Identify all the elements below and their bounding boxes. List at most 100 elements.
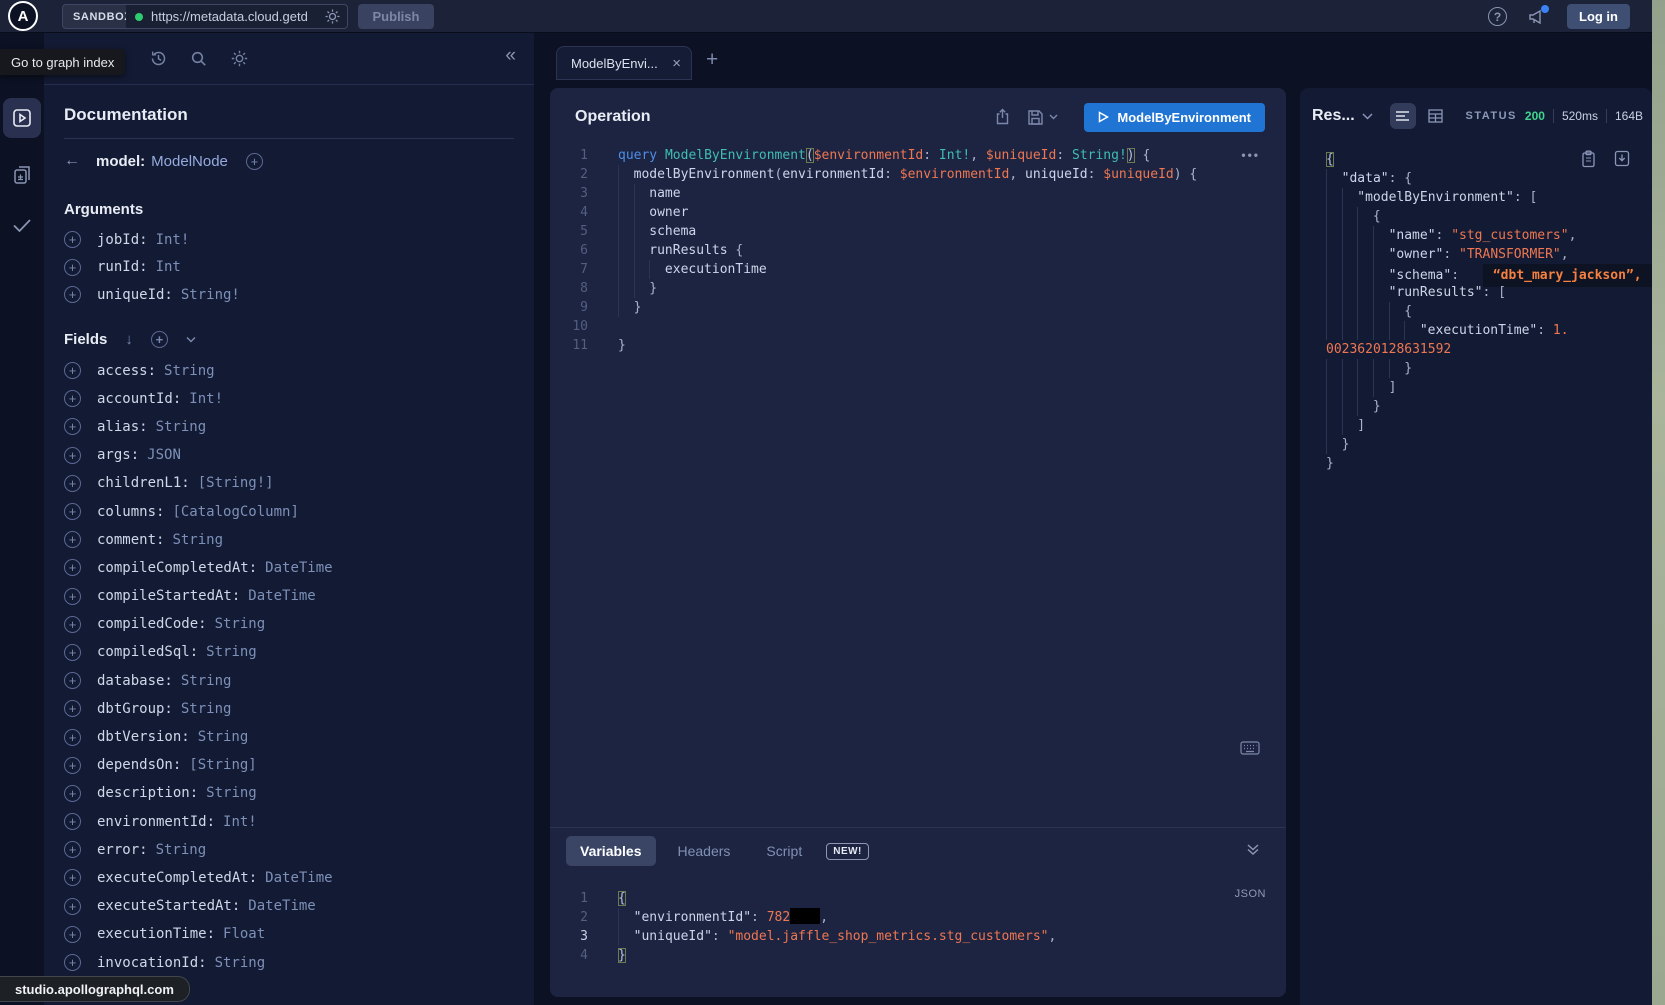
schema-field-row[interactable]: +executionTime:Float — [64, 920, 514, 948]
add-to-query-icon[interactable]: + — [64, 588, 81, 605]
rail-item-checks[interactable] — [3, 205, 41, 245]
schema-field-row[interactable]: +executeStartedAt:DateTime — [64, 892, 514, 920]
arguments-list: +jobId:Int!+runId:Int+uniqueId:String! — [64, 226, 514, 309]
schema-field-row[interactable]: +invocationId:String — [64, 948, 514, 976]
endpoint-input[interactable]: https://metadata.cloud.getd — [126, 4, 348, 29]
tab-script[interactable]: Script — [752, 836, 816, 866]
add-to-query-icon[interactable]: + — [64, 898, 81, 915]
add-all-fields-icon[interactable]: + — [151, 331, 168, 348]
line-number: 1 — [550, 146, 588, 165]
schema-field-row[interactable]: +accountId:Int! — [64, 385, 514, 413]
variables-editor[interactable]: 1{2"environmentId": 782,3"uniqueId": "mo… — [550, 889, 1286, 965]
sort-icon[interactable]: ↓ — [125, 331, 133, 348]
add-to-query-icon[interactable]: + — [64, 362, 81, 379]
add-to-query-icon[interactable]: + — [64, 418, 81, 435]
add-to-query-icon[interactable]: + — [64, 672, 81, 689]
table-view-toggle[interactable] — [1423, 103, 1449, 129]
add-to-query-icon[interactable]: + — [64, 700, 81, 717]
run-operation-button[interactable]: ModelByEnvironment — [1084, 103, 1265, 132]
add-to-query-icon[interactable]: + — [64, 475, 81, 492]
schema-field-row[interactable]: +compileCompletedAt:DateTime — [64, 554, 514, 582]
graph-index-tooltip: Go to graph index — [0, 49, 125, 75]
tab-headers[interactable]: Headers — [664, 836, 745, 866]
divider — [550, 827, 1286, 828]
settings-gear-icon[interactable] — [230, 49, 249, 68]
publish-button[interactable]: Publish — [358, 4, 434, 29]
schema-field-row[interactable]: +compiledSql:String — [64, 638, 514, 666]
add-to-query-icon[interactable]: + — [64, 785, 81, 802]
add-to-query-icon[interactable]: + — [64, 531, 81, 548]
field-name: dbtGroup: — [97, 701, 173, 717]
raw-view-toggle[interactable] — [1390, 103, 1416, 129]
line-number: 6 — [550, 241, 588, 260]
rail-item-explorer[interactable] — [3, 98, 41, 138]
add-to-query-icon[interactable]: + — [64, 757, 81, 774]
help-icon[interactable]: ? — [1488, 7, 1507, 26]
add-to-query-icon[interactable]: + — [64, 231, 81, 248]
add-to-query-icon[interactable]: + — [64, 869, 81, 886]
schema-field-row[interactable]: +dbtVersion:String — [64, 723, 514, 751]
schema-field-row[interactable]: +compiledCode:String — [64, 610, 514, 638]
operation-tab[interactable]: ModelByEnvi... × — [556, 46, 692, 80]
add-to-query-icon[interactable]: + — [64, 616, 81, 633]
add-to-query-icon[interactable]: + — [64, 259, 81, 276]
add-to-query-icon[interactable]: + — [64, 644, 81, 661]
add-to-query-icon[interactable]: + — [64, 813, 81, 830]
endpoint-settings-icon[interactable] — [324, 8, 341, 25]
search-icon[interactable] — [190, 50, 208, 68]
login-button[interactable]: Log in — [1567, 4, 1630, 29]
schema-field-row[interactable]: +alias:String — [64, 413, 514, 441]
code-line: "data": { — [1326, 169, 1648, 188]
response-title[interactable]: Res... — [1312, 107, 1355, 125]
share-icon[interactable] — [994, 108, 1011, 126]
schema-field-row[interactable]: +uniqueId:String! — [64, 281, 514, 309]
schema-field-row[interactable]: +runId:Int — [64, 254, 514, 282]
add-to-query-icon[interactable]: + — [64, 954, 81, 971]
add-to-query-icon[interactable]: + — [64, 841, 81, 858]
add-type-icon[interactable]: + — [246, 153, 263, 170]
schema-field-row[interactable]: +executeCompletedAt:DateTime — [64, 864, 514, 892]
code-line: "modelByEnvironment": [ — [1326, 188, 1648, 207]
collapse-panel-icon[interactable]: « — [505, 46, 516, 65]
add-to-query-icon[interactable]: + — [64, 503, 81, 520]
schema-field-row[interactable]: +dbtGroup:String — [64, 695, 514, 723]
schema-field-row[interactable]: +columns:[CatalogColumn] — [64, 497, 514, 525]
back-icon[interactable]: ← — [64, 152, 96, 170]
chevron-down-icon[interactable] — [186, 336, 196, 343]
history-icon[interactable] — [149, 49, 168, 68]
rail-item-operation-collections[interactable] — [3, 155, 41, 195]
schema-field-row[interactable]: +comment:String — [64, 526, 514, 554]
keyboard-shortcuts-icon[interactable] — [1240, 741, 1260, 755]
line-number: 3 — [550, 927, 588, 946]
tab-variables[interactable]: Variables — [566, 836, 656, 866]
schema-field-row[interactable]: +error:String — [64, 836, 514, 864]
schema-field-row[interactable]: +database:String — [64, 667, 514, 695]
add-to-query-icon[interactable]: + — [64, 447, 81, 464]
type-name-link[interactable]: ModelNode — [151, 153, 228, 170]
response-dropdown-icon[interactable] — [1362, 113, 1373, 120]
apollo-logo-icon[interactable]: A — [8, 1, 38, 31]
field-type: String — [215, 616, 266, 632]
schema-field-row[interactable]: +compileStartedAt:DateTime — [64, 582, 514, 610]
save-icon[interactable] — [1027, 109, 1058, 126]
new-tab-icon[interactable]: + — [706, 49, 718, 70]
query-editor[interactable]: 1query ModelByEnvironment($environmentId… — [550, 146, 1286, 355]
status-code: 200 — [1525, 109, 1545, 123]
schema-field-row[interactable]: +childrenL1:[String!] — [64, 469, 514, 497]
schema-field-row[interactable]: +args:JSON — [64, 441, 514, 469]
add-to-query-icon[interactable]: + — [64, 926, 81, 943]
schema-field-row[interactable]: +environmentId:Int! — [64, 808, 514, 836]
collapse-variables-icon[interactable] — [1246, 843, 1260, 856]
schema-field-row[interactable]: +description:String — [64, 779, 514, 807]
add-to-query-icon[interactable]: + — [64, 729, 81, 746]
schema-field-row[interactable]: +dependsOn:[String] — [64, 751, 514, 779]
add-to-query-icon[interactable]: + — [64, 559, 81, 576]
add-to-query-icon[interactable]: + — [64, 390, 81, 407]
endpoint-url[interactable]: https://metadata.cloud.getd — [151, 9, 324, 24]
schema-field-row[interactable]: +jobId:Int! — [64, 226, 514, 254]
announcements-icon[interactable] — [1527, 7, 1547, 27]
response-body[interactable]: {"data": {"modelByEnvironment": [{"name"… — [1326, 150, 1648, 473]
close-tab-icon[interactable]: × — [672, 55, 681, 72]
add-to-query-icon[interactable]: + — [64, 286, 81, 303]
schema-field-row[interactable]: +access:String — [64, 357, 514, 385]
